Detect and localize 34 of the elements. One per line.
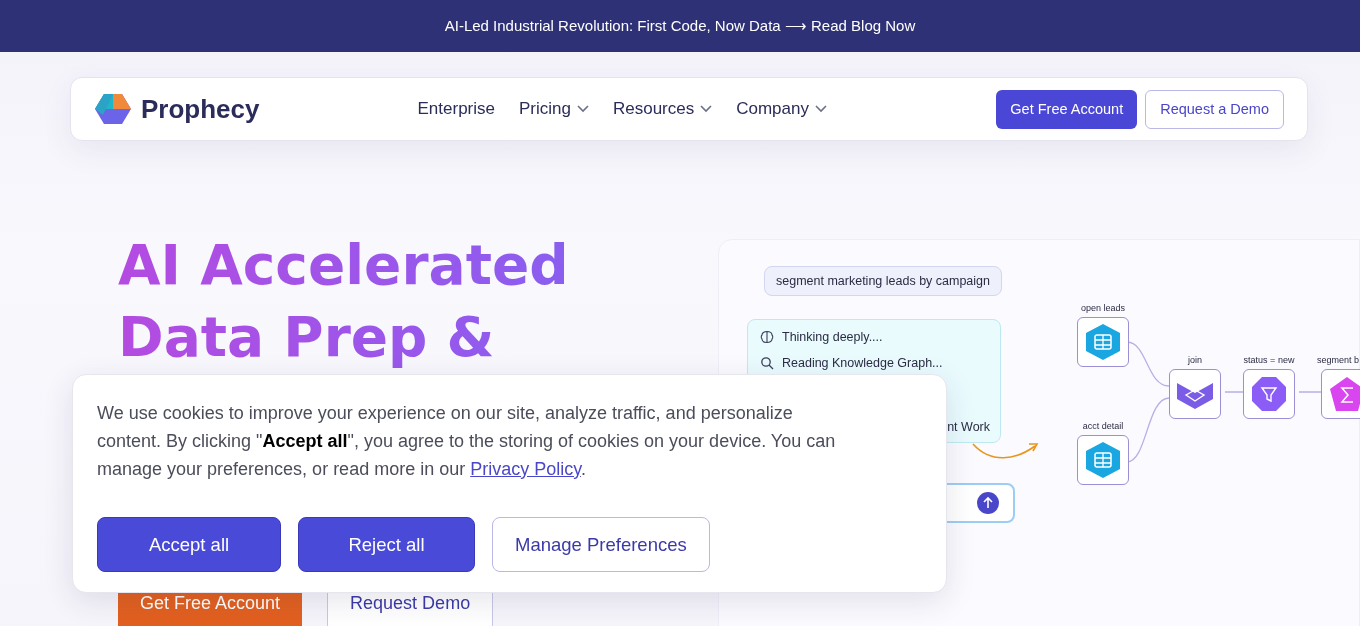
pipeline-node[interactable]: [1243, 369, 1295, 419]
table-icon: [1086, 442, 1120, 478]
pipeline-node[interactable]: [1077, 317, 1129, 367]
prompt-chip: segment marketing leads by campaign: [764, 266, 1002, 296]
filter-icon: [1252, 377, 1286, 411]
node-label: open leads: [1079, 303, 1126, 313]
nav-link[interactable]: Resources: [612, 99, 713, 119]
announcement-link[interactable]: AI-Led Industrial Revolution: First Code, Now Data ⟶ Read Blog Now: [444, 17, 916, 35]
nav-link[interactable]: Pricing: [519, 99, 589, 119]
node-label: segment b: [1317, 355, 1360, 365]
pipeline-node[interactable]: [1077, 435, 1129, 485]
logo-icon: [95, 93, 131, 125]
step-label: Thinking deeply....: [782, 330, 883, 344]
send-icon[interactable]: [977, 492, 999, 514]
reject-button[interactable]: Reject all: [298, 517, 475, 572]
search-icon: [760, 356, 774, 370]
step-label: Reading Knowledge Graph...: [782, 356, 943, 370]
sigma-icon: [1330, 377, 1360, 411]
privacy-policy-link[interactable]: Privacy Policy: [470, 459, 581, 479]
nav-link[interactable]: Enterprise: [417, 99, 495, 119]
pipeline-node[interactable]: [1169, 369, 1221, 419]
node-label: status = new: [1243, 355, 1295, 365]
cookie-text: We use cookies to improve your experience on our site, analyze traffic, and personalize content. By clicking "Accept all", you agree to the storing of cookies on your device. You can manage your preferences, or read more in our Privacy Policy.: [97, 402, 837, 481]
nav-link[interactable]: Company: [736, 99, 827, 119]
brand-name[interactable]: Prophecy: [141, 93, 260, 125]
step-label: nt Work: [947, 420, 990, 434]
node-label: join: [1186, 355, 1203, 365]
get-account-button[interactable]: Get Free Account: [996, 89, 1138, 129]
pipeline-node[interactable]: [1321, 369, 1360, 419]
node-label: acct detail: [1081, 421, 1125, 431]
request-demo-button[interactable]: Request a Demo: [1145, 89, 1284, 129]
accept-button[interactable]: Accept all: [97, 517, 281, 572]
table-icon: [1086, 324, 1120, 360]
preferences-button[interactable]: Manage Preferences: [492, 517, 710, 572]
